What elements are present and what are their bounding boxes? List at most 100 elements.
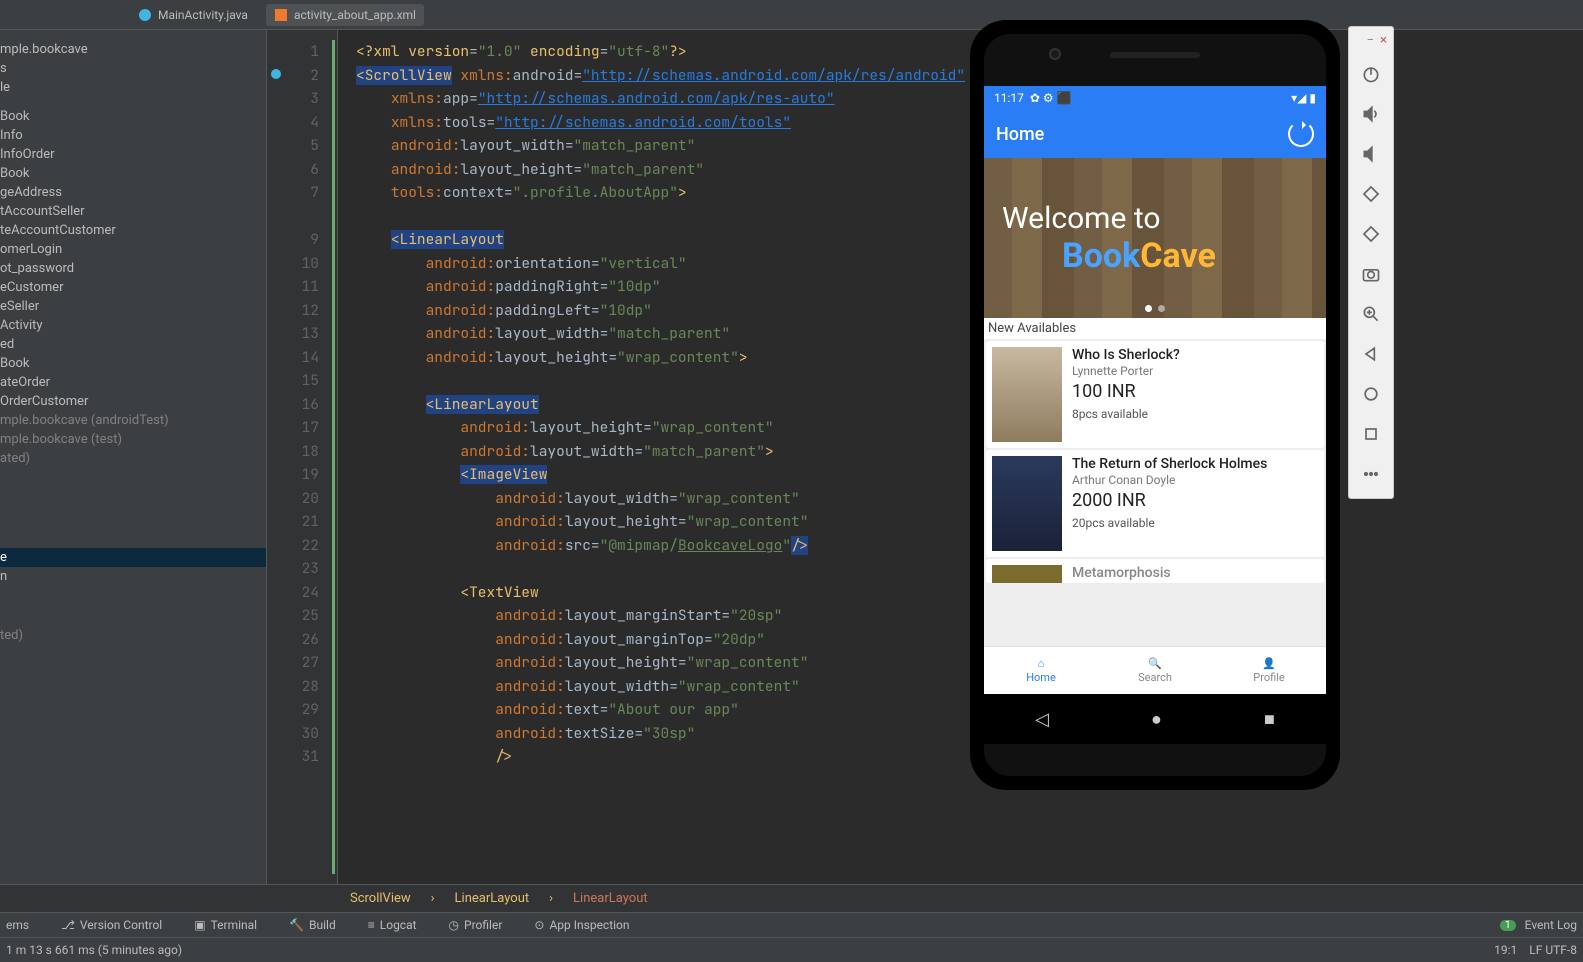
camera-lens-icon bbox=[1049, 48, 1061, 60]
list-item[interactable]: Who Is Sherlock? Lynnette Porter 100 INR… bbox=[986, 341, 1324, 448]
tree-item[interactable]: tAccountSeller bbox=[0, 202, 266, 221]
breadcrumb-item[interactable]: ScrollView bbox=[350, 891, 411, 906]
tool-app-inspection[interactable]: ⊙App Inspection bbox=[528, 918, 635, 932]
list-item[interactable]: Metamorphosis bbox=[986, 559, 1324, 583]
tab-mainactivity[interactable]: MainActivity.java bbox=[130, 4, 256, 26]
bottom-navigation: ⌂ Home 🔍 Search 👤 Profile bbox=[984, 646, 1326, 694]
android-nav-bar: ◁ ● ■ bbox=[984, 694, 1326, 744]
tool-version-control[interactable]: ⎇Version Control bbox=[55, 918, 168, 932]
code-body[interactable]: <?xml version="1.0" encoding="utf-8"?><S… bbox=[337, 30, 1583, 884]
gauge-icon: ◷ bbox=[449, 918, 459, 932]
tree-item[interactable]: mple.bookcave (androidTest) bbox=[0, 411, 266, 430]
book-author: Lynnette Porter bbox=[1072, 364, 1180, 378]
book-stock: 20pcs available bbox=[1072, 516, 1267, 530]
tree-item[interactable]: s bbox=[0, 59, 266, 78]
list-item[interactable]: The Return of Sherlock Holmes Arthur Con… bbox=[986, 450, 1324, 557]
breadcrumb: ScrollView › LinearLayout › LinearLayout bbox=[0, 884, 1583, 912]
tree-item[interactable]: le bbox=[0, 78, 266, 97]
tree-item[interactable]: eCustomer bbox=[0, 278, 266, 297]
chevron-right-icon: › bbox=[549, 891, 553, 906]
welcome-banner[interactable]: Welcome to BookCave bbox=[984, 158, 1326, 318]
refresh-icon[interactable] bbox=[1288, 121, 1314, 147]
nav-home[interactable]: ⌂ Home bbox=[984, 647, 1098, 694]
back-icon[interactable]: ◁ bbox=[1035, 709, 1049, 730]
breadcrumb-item[interactable]: LinearLayout bbox=[573, 891, 648, 906]
tab-label: MainActivity.java bbox=[158, 8, 248, 22]
tree-item[interactable]: OrderCustomer bbox=[0, 392, 266, 411]
caret-position[interactable]: 19:1 bbox=[1494, 943, 1517, 957]
encoding[interactable]: LF UTF-8 bbox=[1529, 943, 1577, 957]
power-icon[interactable] bbox=[1349, 54, 1393, 94]
device-screen[interactable]: 11:17 ✿ ⚙ ⬛ ▾◢ ▮ Home Welcome to BookCav… bbox=[984, 86, 1326, 694]
overview-icon[interactable] bbox=[1349, 414, 1393, 454]
tool-problems[interactable]: ems bbox=[0, 918, 35, 932]
book-cover-image bbox=[992, 565, 1062, 583]
tree-item[interactable]: ed bbox=[0, 335, 266, 354]
carousel-indicator[interactable] bbox=[1145, 305, 1165, 312]
tree-item[interactable]: Book bbox=[0, 107, 266, 126]
tree-item[interactable]: mple.bookcave (test) bbox=[0, 430, 266, 449]
recents-icon[interactable]: ■ bbox=[1264, 709, 1275, 730]
close-button[interactable]: × bbox=[1380, 33, 1387, 48]
tool-terminal[interactable]: ▣Terminal bbox=[188, 918, 263, 932]
tree-item[interactable]: teAccountCustomer bbox=[0, 221, 266, 240]
volume-up-icon[interactable] bbox=[1349, 94, 1393, 134]
book-title: Who Is Sherlock? bbox=[1072, 347, 1180, 363]
tree-item[interactable]: n bbox=[0, 567, 266, 586]
camera-icon[interactable] bbox=[1349, 254, 1393, 294]
vcs-icon: ⎇ bbox=[61, 918, 75, 932]
minimize-button[interactable]: − bbox=[1367, 33, 1374, 48]
nav-search[interactable]: 🔍 Search bbox=[1098, 647, 1212, 694]
book-price: 100 INR bbox=[1072, 381, 1180, 402]
tree-item[interactable]: geAddress bbox=[0, 183, 266, 202]
hammer-icon: 🔨 bbox=[289, 918, 304, 932]
project-tree[interactable]: mple.bookcave s le Book Info InfoOrder B… bbox=[0, 30, 267, 884]
back-icon[interactable] bbox=[1349, 334, 1393, 374]
rotate-right-icon[interactable] bbox=[1349, 214, 1393, 254]
volume-down-icon[interactable] bbox=[1349, 134, 1393, 174]
tree-item[interactable]: Info bbox=[0, 126, 266, 145]
breadcrumb-item[interactable]: LinearLayout bbox=[455, 891, 530, 906]
tree-item[interactable]: e bbox=[0, 548, 266, 567]
tree-item[interactable]: ot_password bbox=[0, 259, 266, 278]
tree-item[interactable]: mple.bookcave bbox=[0, 40, 266, 59]
zoom-icon[interactable] bbox=[1349, 294, 1393, 334]
android-status-bar: 11:17 ✿ ⚙ ⬛ ▾◢ ▮ bbox=[984, 86, 1326, 110]
terminal-icon: ▣ bbox=[194, 918, 205, 932]
tree-item[interactable]: eSeller bbox=[0, 297, 266, 316]
page-title: Home bbox=[996, 124, 1044, 145]
tree-item[interactable]: Activity bbox=[0, 316, 266, 335]
tool-profiler[interactable]: ◷Profiler bbox=[443, 918, 509, 932]
book-title: Metamorphosis bbox=[1072, 565, 1171, 581]
main-area: mple.bookcave s le Book Info InfoOrder B… bbox=[0, 30, 1583, 884]
emulator-toolbar: − × bbox=[1348, 26, 1394, 499]
book-cover-image bbox=[992, 347, 1062, 442]
java-file-icon bbox=[138, 8, 152, 22]
emulator-device-frame: 11:17 ✿ ⚙ ⬛ ▾◢ ▮ Home Welcome to BookCav… bbox=[970, 20, 1340, 790]
tab-about-app[interactable]: activity_about_app.xml bbox=[266, 4, 424, 26]
tool-window-bar: ems ⎇Version Control ▣Terminal 🔨Build ≡L… bbox=[0, 912, 1583, 937]
book-stock: 8pcs available bbox=[1072, 407, 1180, 421]
rotate-left-icon[interactable] bbox=[1349, 174, 1393, 214]
tree-item[interactable]: Book bbox=[0, 164, 266, 183]
tool-logcat[interactable]: ≡Logcat bbox=[362, 918, 423, 932]
home-circle-icon[interactable]: ● bbox=[1151, 709, 1162, 730]
more-icon[interactable] bbox=[1349, 454, 1393, 494]
gutter-marker-icon[interactable] bbox=[271, 69, 281, 79]
tree-item[interactable]: ated) bbox=[0, 449, 266, 468]
status-build-time: 1 m 13 s 661 ms (5 minutes ago) bbox=[6, 943, 182, 957]
tree-item[interactable]: Book bbox=[0, 354, 266, 373]
book-list[interactable]: Who Is Sherlock? Lynnette Porter 100 INR… bbox=[984, 339, 1326, 646]
tree-item[interactable]: omerLogin bbox=[0, 240, 266, 259]
line-gutter: 1 2 3 4 5 6 7 9 10 11 12 13 14 15 16 17 … bbox=[267, 30, 337, 884]
editor-tabs: MainActivity.java activity_about_app.xml bbox=[0, 0, 1583, 30]
status-bar: 1 m 13 s 661 ms (5 minutes ago) 19:1 LF … bbox=[0, 937, 1583, 962]
tree-item[interactable]: ateOrder bbox=[0, 373, 266, 392]
tree-item[interactable]: ted) bbox=[0, 626, 266, 645]
event-log[interactable]: 1Event Log bbox=[1494, 918, 1583, 932]
nav-profile[interactable]: 👤 Profile bbox=[1212, 647, 1326, 694]
tool-build[interactable]: 🔨Build bbox=[283, 918, 342, 932]
home-icon[interactable] bbox=[1349, 374, 1393, 414]
tree-item[interactable]: InfoOrder bbox=[0, 145, 266, 164]
home-icon: ⌂ bbox=[1038, 657, 1045, 670]
